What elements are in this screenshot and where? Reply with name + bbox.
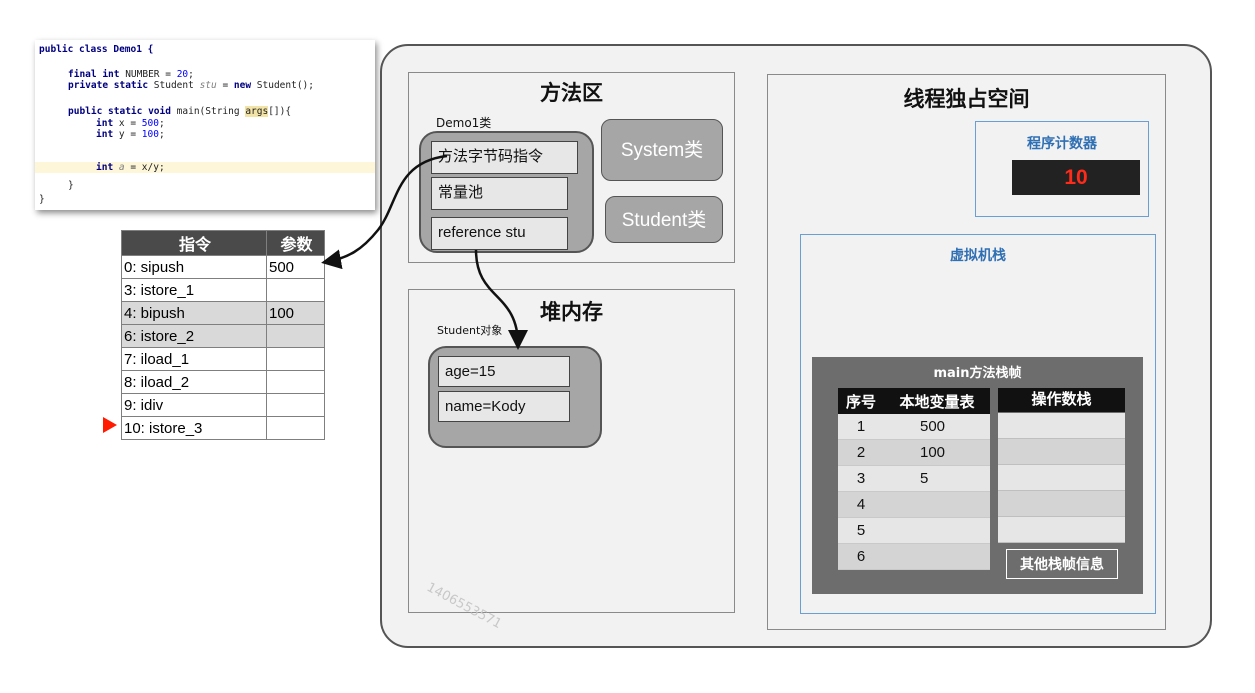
bytecode-to-instruction-arrow xyxy=(321,154,448,270)
arrow-layer xyxy=(321,154,528,350)
reference-to-object-arrow xyxy=(474,249,528,350)
